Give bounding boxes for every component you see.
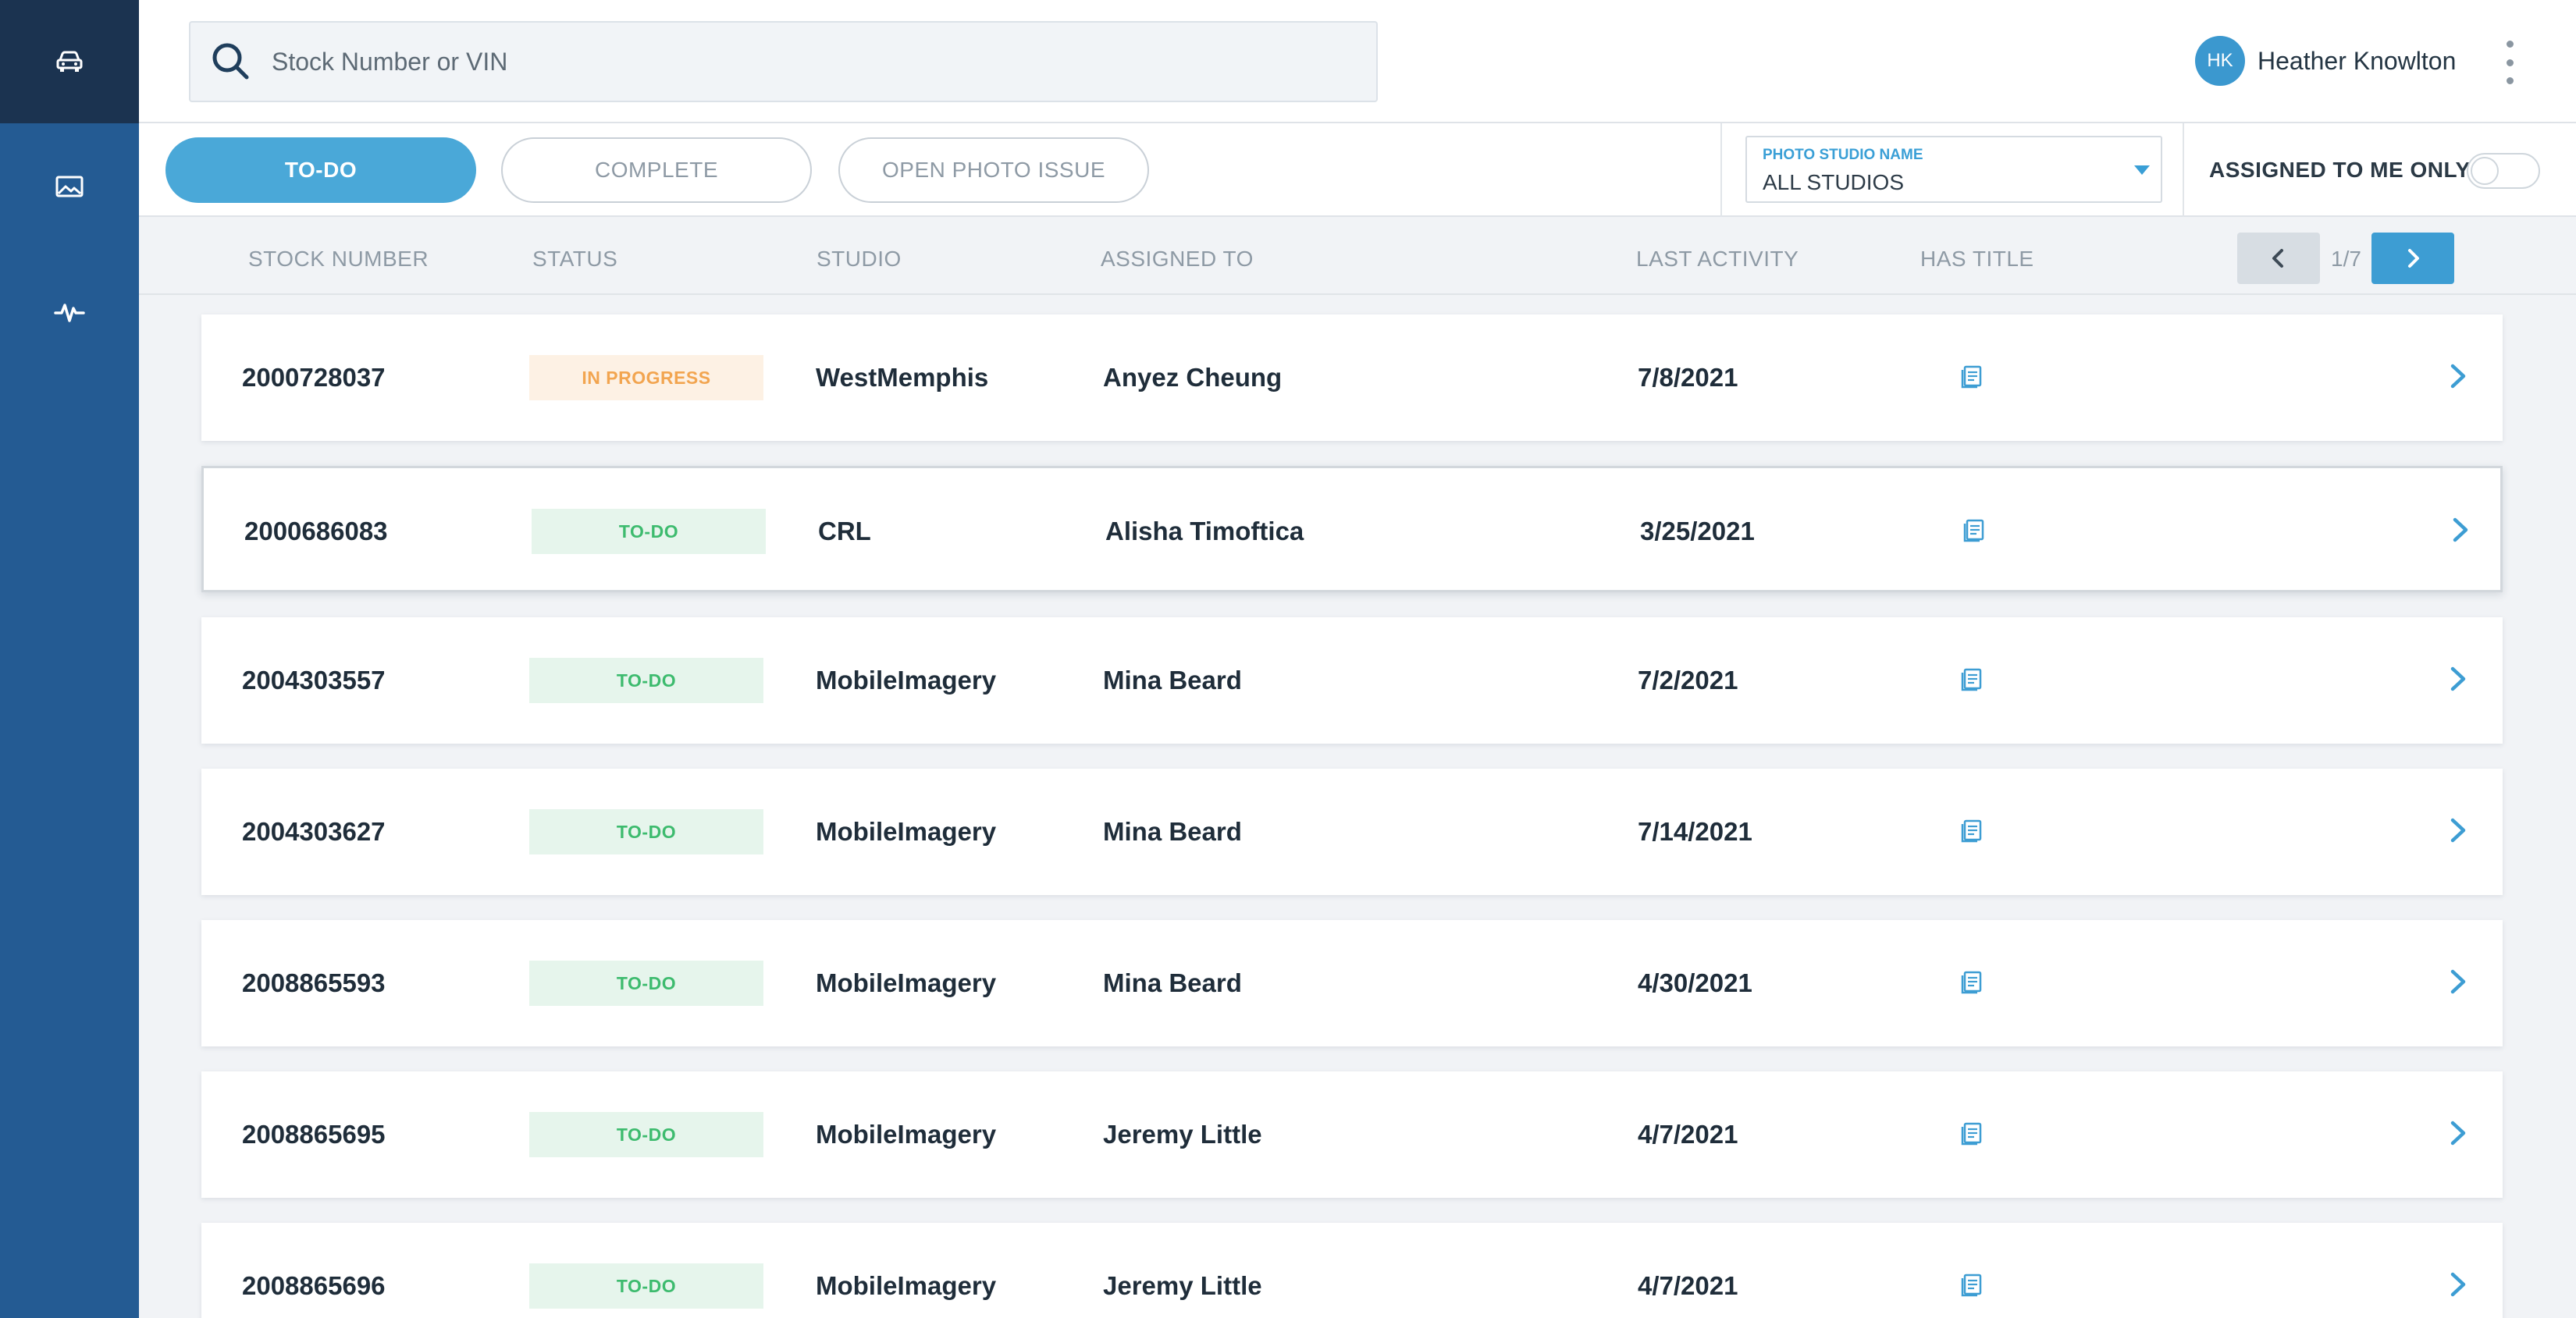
- chevron-right-icon[interactable]: [2444, 513, 2475, 546]
- stock-number: 2004303627: [242, 817, 386, 846]
- column-header-studio[interactable]: STUDIO: [817, 247, 902, 272]
- table-header: STOCK NUMBER STATUS STUDIO ASSIGNED TO L…: [139, 218, 2576, 295]
- avatar[interactable]: HK: [2195, 36, 2245, 86]
- sidebar-item-activity[interactable]: [0, 250, 139, 373]
- column-header-last-activity[interactable]: LAST ACTIVITY: [1636, 247, 1799, 272]
- title-document-icon: [1961, 1274, 1982, 1297]
- status-badge: TO-DO: [532, 509, 766, 554]
- tab-complete[interactable]: COMPLETE: [501, 137, 812, 203]
- status-badge: TO-DO: [529, 1112, 763, 1157]
- studio-name: MobileImagery: [816, 968, 997, 997]
- sidebar: [0, 0, 139, 1318]
- last-activity-date: 4/7/2021: [1638, 1271, 1738, 1300]
- next-page-button[interactable]: [2371, 233, 2454, 284]
- studio-select[interactable]: PHOTO STUDIO NAME ALL STUDIOS: [1745, 136, 2162, 203]
- assignee-name: Mina Beard: [1103, 968, 1242, 997]
- chevron-right-icon[interactable]: [2442, 814, 2473, 847]
- title-document-icon: [1961, 1122, 1982, 1146]
- studio-select-label: PHOTO STUDIO NAME: [1763, 147, 1923, 163]
- assignee-name: Anyez Cheung: [1103, 363, 1283, 392]
- title-document-icon: [1961, 819, 1982, 843]
- studio-select-value: ALL STUDIOS: [1763, 170, 1905, 194]
- table-row[interactable]: 2000686083 TO-DO CRL Alisha Timoftica 3/25/2…: [201, 466, 2503, 592]
- status-badge: TO-DO: [529, 658, 763, 703]
- stock-number: 2008865695: [242, 1120, 386, 1149]
- stock-number: 2004303557: [242, 666, 386, 695]
- title-document-icon: [1961, 668, 1982, 691]
- column-header-has-title[interactable]: HAS TITLE: [1920, 247, 2034, 272]
- stock-number: 2000728037: [242, 363, 386, 392]
- chevron-right-icon[interactable]: [2442, 965, 2473, 998]
- sidebar-item-photos[interactable]: [0, 125, 139, 248]
- caret-down-icon: [2134, 165, 2150, 175]
- stock-number: 2008865696: [242, 1271, 386, 1300]
- studio-name: MobileImagery: [816, 817, 997, 846]
- title-document-icon: [1963, 519, 1984, 542]
- title-document-icon: [1961, 971, 1982, 994]
- chevron-right-icon[interactable]: [2442, 360, 2473, 393]
- activity-icon: [54, 304, 85, 322]
- search-icon: [212, 43, 249, 80]
- last-activity-date: 4/7/2021: [1638, 1120, 1738, 1149]
- table-row[interactable]: 2004303557 TO-DO MobileImagery Mina Beard 7/…: [201, 617, 2503, 744]
- table-row[interactable]: 2004303627 TO-DO MobileImagery Mina Beard 7/…: [201, 769, 2503, 895]
- assignee-name: Alisha Timoftica: [1105, 517, 1304, 545]
- user-menu[interactable]: HK Heather Knowlton: [2195, 36, 2456, 86]
- column-header-assigned-to[interactable]: ASSIGNED TO: [1101, 247, 1254, 272]
- last-activity-date: 7/2/2021: [1638, 666, 1738, 695]
- previous-page-button[interactable]: [2237, 233, 2320, 284]
- table-row[interactable]: 2008865696 TO-DO MobileImagery Jeremy Littl…: [201, 1223, 2503, 1318]
- chevron-right-icon: [2408, 249, 2419, 268]
- image-icon: [55, 176, 84, 197]
- search-box[interactable]: [189, 21, 1378, 102]
- studio-name: MobileImagery: [816, 666, 997, 695]
- assigned-to-me-label: ASSIGNED TO ME ONLY: [2209, 158, 2471, 182]
- assignee-name: Jeremy Little: [1103, 1271, 1262, 1300]
- user-name[interactable]: Heather Knowlton: [2258, 47, 2456, 76]
- status-badge: TO-DO: [529, 1263, 763, 1309]
- last-activity-date: 7/14/2021: [1638, 817, 1752, 846]
- sidebar-item-vehicles[interactable]: [0, 0, 139, 123]
- status-badge: TO-DO: [529, 961, 763, 1006]
- search-input[interactable]: [272, 47, 1286, 76]
- top-header: HK Heather Knowlton: [139, 0, 2576, 123]
- column-header-status[interactable]: STATUS: [532, 247, 617, 272]
- chevron-right-icon[interactable]: [2442, 1117, 2473, 1149]
- studio-name: CRL: [818, 517, 871, 545]
- toggle-knob: [2471, 157, 2499, 185]
- table-row[interactable]: 2008865695 TO-DO MobileImagery Jeremy Littl…: [201, 1071, 2503, 1198]
- chevron-right-icon[interactable]: [2442, 1268, 2473, 1301]
- column-header-stock-number[interactable]: STOCK NUMBER: [248, 247, 429, 272]
- car-icon: [56, 51, 83, 72]
- assigned-to-me-toggle[interactable]: [2467, 153, 2540, 189]
- last-activity-date: 4/30/2021: [1638, 968, 1752, 997]
- assignee-name: Mina Beard: [1103, 666, 1242, 695]
- table-row[interactable]: 2000728037 IN PROGRESS WestMemphis Anyez Ch…: [201, 314, 2503, 441]
- assignee-name: Jeremy Little: [1103, 1120, 1262, 1149]
- tab-open-photo-issue[interactable]: OPEN PHOTO ISSUE: [838, 137, 1149, 203]
- studio-filter: PHOTO STUDIO NAME ALL STUDIOS: [1720, 123, 2184, 217]
- last-activity-date: 7/8/2021: [1638, 363, 1738, 392]
- tab-todo[interactable]: TO-DO: [165, 137, 476, 203]
- studio-name: MobileImagery: [816, 1120, 997, 1149]
- assignee-name: Mina Beard: [1103, 817, 1242, 846]
- table-row[interactable]: 2008865593 TO-DO MobileImagery Mina Beard 4/…: [201, 920, 2503, 1046]
- chevron-right-icon[interactable]: [2442, 663, 2473, 695]
- filter-bar: TO-DO COMPLETE OPEN PHOTO ISSUE PHOTO ST…: [139, 123, 2576, 217]
- stock-number: 2000686083: [244, 517, 388, 545]
- status-badge: TO-DO: [529, 809, 763, 854]
- studio-name: MobileImagery: [816, 1271, 997, 1300]
- page-indicator: 1/7: [2331, 247, 2361, 271]
- last-activity-date: 3/25/2021: [1640, 517, 1755, 545]
- more-options-icon[interactable]: [2498, 41, 2521, 84]
- title-document-icon: [1961, 365, 1982, 389]
- stock-number: 2008865593: [242, 968, 386, 997]
- chevron-left-icon: [2272, 249, 2283, 268]
- status-badge: IN PROGRESS: [529, 355, 763, 400]
- studio-name: WestMemphis: [816, 363, 989, 392]
